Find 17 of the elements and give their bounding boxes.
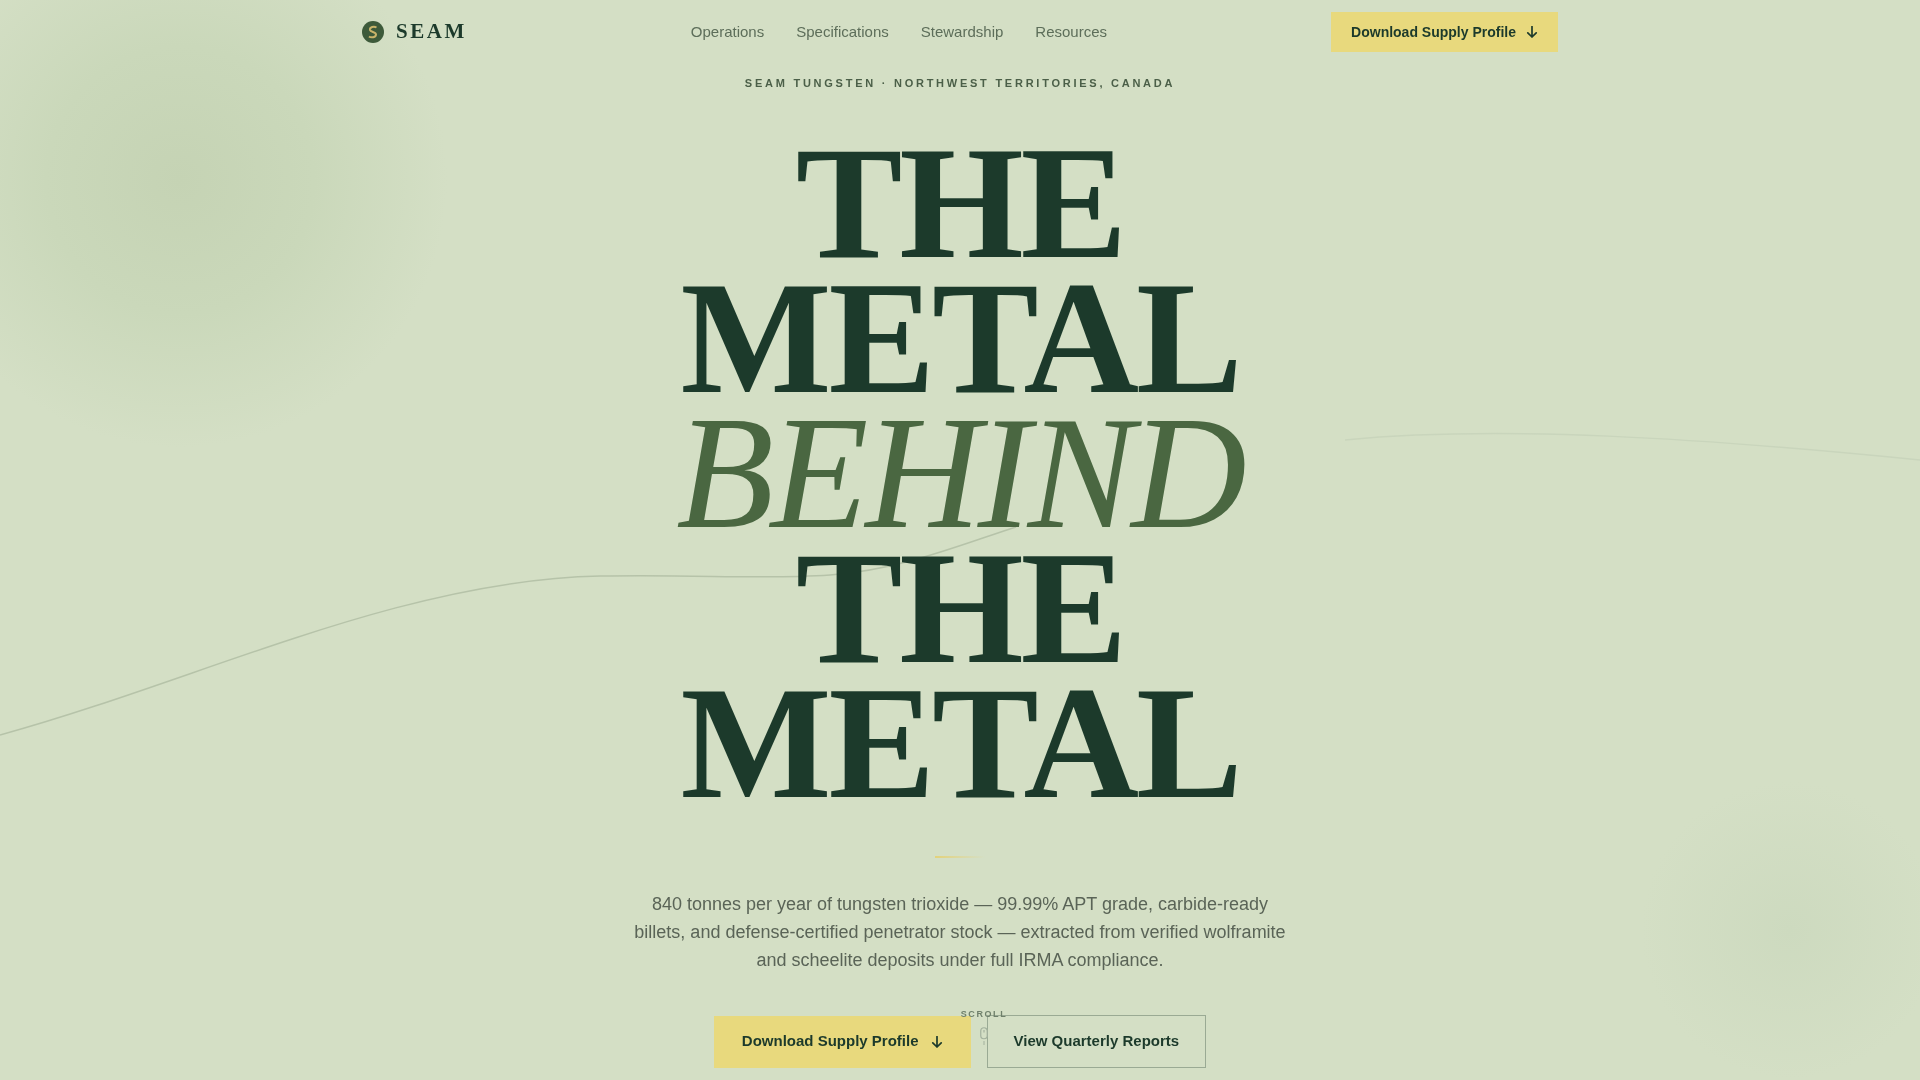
intro-paragraph: 840 tonnes per year of tungsten trioxide — 99.99% APT grade, carbide-ready billets, and defense-certified penetrator stock — extracted from verified wolframite and scheelite deposits under full IRMA compliance. (633, 893, 1287, 972)
nav-link[interactable]: Operations (690, 20, 765, 44)
download-button[interactable]: Download Supply Profile (1331, 12, 1558, 52)
eyebrow-text: SEAM TUNGSTEN · NORTHWEST TERRITORIES, CANADA (744, 76, 1176, 90)
nav-link[interactable]: Specifications (796, 20, 889, 44)
headline-line: METAL (680, 271, 1240, 406)
headline-line: THE (795, 541, 1125, 676)
nav-link[interactable]: Resources (1035, 20, 1107, 44)
headline-line: THE (795, 136, 1125, 271)
logo-icon (362, 21, 384, 43)
headline-line: BEHIND (676, 406, 1244, 541)
logo-wordmark: SEAM (396, 18, 467, 46)
mouse-icon (980, 1027, 988, 1045)
headline-line: METAL (680, 676, 1240, 811)
arrow-down-icon (930, 1035, 943, 1048)
nav-link[interactable]: Stewardship (920, 20, 1004, 44)
arrow-down-icon (1526, 26, 1538, 38)
